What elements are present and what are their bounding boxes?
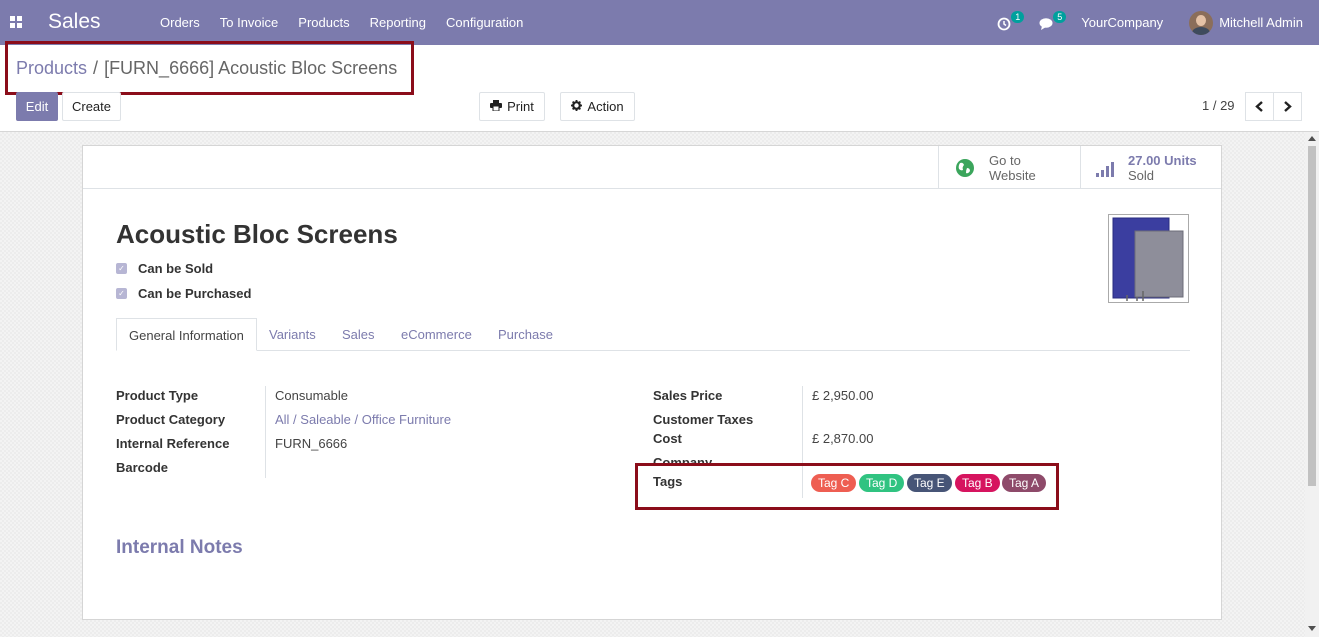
units-sold-text: 27.00 Units Sold [1128,153,1197,183]
app-name[interactable]: Sales [48,10,101,34]
internal-reference-value[interactable]: FURN_6666 [275,436,347,451]
menu-configuration[interactable]: Configuration [436,15,533,30]
create-button[interactable]: Create [62,92,121,121]
activity-clock-icon[interactable]: 1 [997,10,1025,33]
menu-products[interactable]: Products [288,15,359,30]
can-be-sold-checkbox[interactable]: ✓ [116,263,127,274]
website-line1: Go to [989,152,1021,168]
breadcrumb-annotation-box [5,41,414,95]
printer-icon [490,99,503,114]
left-group-divider [265,386,266,478]
can-be-sold-row: ✓ Can be Sold [116,261,213,276]
internal-reference-label: Internal Reference [116,436,230,451]
tags-annotation-box [635,463,1059,510]
pager-previous-button[interactable] [1245,92,1274,121]
activity-count-badge: 1 [1011,10,1025,23]
barcode-label: Barcode [116,460,169,475]
can-be-purchased-label: Can be Purchased [138,286,252,301]
menu-to-invoice[interactable]: To Invoice [210,15,289,30]
user-menu[interactable]: Mitchell Admin [1219,15,1303,30]
website-text: Go to Website [989,153,1036,183]
customer-taxes-label: Customer Taxes [653,412,754,427]
cost-value[interactable]: £ 2,870.00 [812,431,873,446]
units-sold-value: 27.00 Units [1128,152,1197,168]
top-navbar: Sales Orders To Invoice Products Reporti… [0,0,1319,45]
product-image[interactable] [1108,214,1189,303]
notebook-tabs: General Information Variants Sales eComm… [116,318,1190,351]
chevron-left-icon [1255,101,1263,112]
edit-button[interactable]: Edit [16,92,58,121]
form-sheet: Go to Website 27.00 Units Sold Acoustic … [82,145,1222,620]
pager-value[interactable]: 1 / 29 [1202,98,1235,113]
vertical-scrollbar[interactable] [1305,132,1319,637]
scroll-down-icon[interactable] [1308,626,1316,631]
chevron-right-icon [1284,101,1292,112]
go-to-website-button[interactable]: Go to Website [938,146,1080,189]
sales-price-value[interactable]: £ 2,950.00 [812,388,873,403]
messages-count-badge: 5 [1053,10,1067,23]
sales-price-label: Sales Price [653,388,723,403]
product-name: Acoustic Bloc Screens [116,219,398,249]
signal-bars-icon [1096,161,1114,177]
main-menu: Orders To Invoice Products Reporting Con… [150,0,533,45]
website-line2: Website [989,167,1036,183]
product-type-value[interactable]: Consumable [275,388,348,403]
smart-button-box: Go to Website 27.00 Units Sold [83,146,1221,189]
internal-notes-title: Internal Notes [116,537,243,558]
product-category-label: Product Category [116,412,226,427]
cost-label: Cost [653,431,682,446]
pager-next-button[interactable] [1273,92,1302,121]
units-sold-button[interactable]: 27.00 Units Sold [1080,146,1221,189]
can-be-sold-label: Can be Sold [138,261,214,276]
menu-orders[interactable]: Orders [150,15,210,30]
company-switcher[interactable]: YourCompany [1081,15,1163,30]
scroll-up-icon[interactable] [1308,136,1316,141]
scrollbar-thumb[interactable] [1308,146,1316,486]
globe-icon [956,158,974,177]
tab-variants[interactable]: Variants [257,318,328,351]
apps-menu-icon[interactable] [10,16,22,28]
can-be-purchased-row: ✓ Can be Purchased [116,286,251,301]
tab-purchase[interactable]: Purchase [486,318,565,351]
tab-ecommerce[interactable]: eCommerce [389,318,484,351]
print-label: Print [507,99,534,114]
product-category-link[interactable]: All / Saleable / Office Furniture [275,412,451,427]
tab-general-information[interactable]: General Information [116,318,257,351]
units-sold-label: Sold [1128,167,1155,183]
menu-reporting[interactable]: Reporting [360,15,436,30]
action-label: Action [587,99,624,114]
action-button[interactable]: Action [560,92,635,121]
user-avatar[interactable] [1189,10,1214,35]
print-button[interactable]: Print [479,92,545,121]
messages-chat-icon[interactable]: 5 [1039,10,1067,33]
systray: 1 5 YourCompany Mitchell Admin [997,0,1319,45]
tab-sales[interactable]: Sales [330,318,387,351]
can-be-purchased-checkbox[interactable]: ✓ [116,288,127,299]
product-type-label: Product Type [116,388,199,403]
gear-icon [571,99,583,114]
